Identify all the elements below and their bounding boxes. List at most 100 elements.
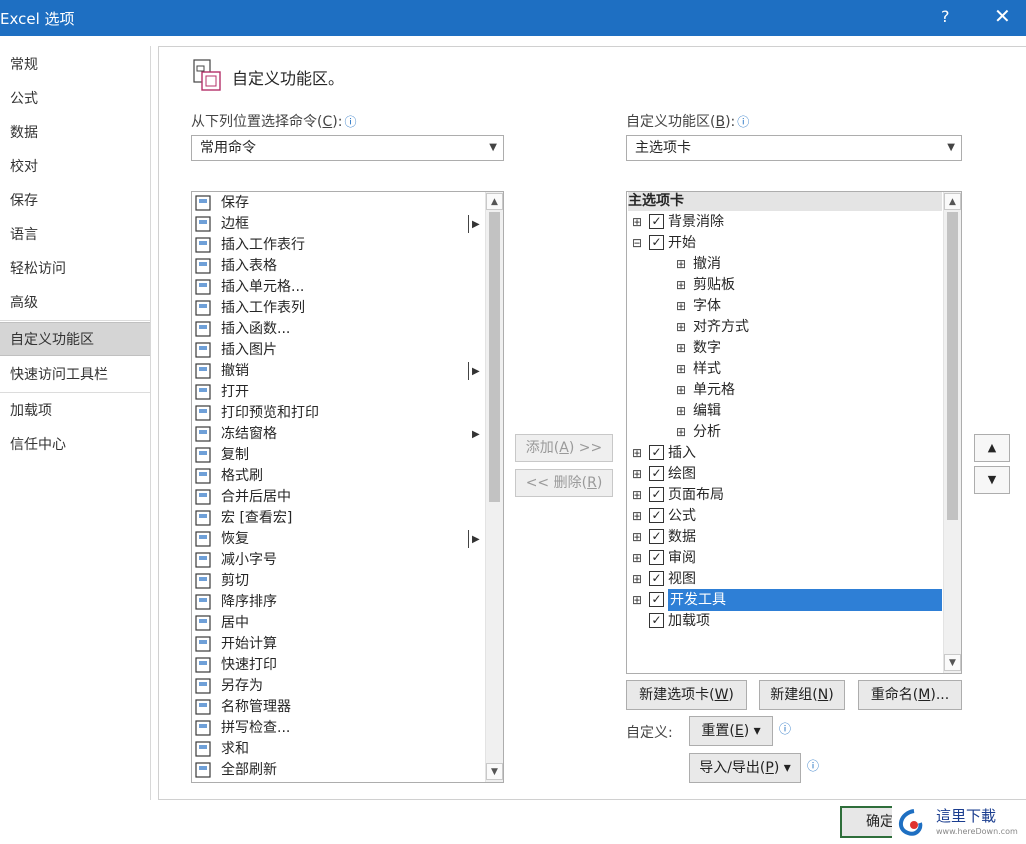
- expand-icon[interactable]: ⊞: [675, 295, 687, 317]
- ribbon-tree-item[interactable]: ⊞ ✓ 开发工具: [628, 589, 942, 611]
- expand-icon[interactable]: ⊞: [631, 505, 643, 527]
- ribbon-tree-item[interactable]: ⊞ 对齐方式: [628, 316, 942, 338]
- nav-item-customize-ribbon[interactable]: 自定义功能区: [0, 322, 150, 356]
- scroll-thumb[interactable]: [489, 212, 500, 502]
- expand-icon[interactable]: ⊞: [675, 400, 687, 422]
- ribbon-tree-item[interactable]: ⊞ ✓ 视图: [628, 568, 942, 590]
- new-group-button[interactable]: 新建组(N): [759, 680, 845, 710]
- checkbox[interactable]: ✓: [649, 529, 664, 544]
- command-item[interactable]: 合并后居中: [193, 487, 483, 508]
- expand-icon[interactable]: ⊞: [675, 421, 687, 443]
- nav-item-trust-center[interactable]: 信任中心: [0, 428, 150, 462]
- scroll-up-icon[interactable]: ▲: [486, 193, 503, 210]
- nav-item-language[interactable]: 语言: [0, 218, 150, 252]
- command-item[interactable]: 减小字号: [193, 550, 483, 571]
- ribbon-tree-item[interactable]: ⊞ 编辑: [628, 400, 942, 422]
- command-item[interactable]: 插入单元格...: [193, 277, 483, 298]
- ribbon-tree-item[interactable]: ⊞ ✓ 绘图: [628, 463, 942, 485]
- rename-button[interactable]: 重命名(M)...: [858, 680, 962, 710]
- nav-item-quick-access-toolbar[interactable]: 快速访问工具栏: [0, 358, 150, 392]
- checkbox[interactable]: ✓: [649, 508, 664, 523]
- expand-icon[interactable]: ⊞: [675, 337, 687, 359]
- ribbon-tree-item[interactable]: ⊞ ✓ 插入: [628, 442, 942, 464]
- reset-dropdown-button[interactable]: 重置(E) ▾: [689, 716, 773, 746]
- choose-commands-dropdown[interactable]: 常用命令 ▼: [191, 135, 504, 161]
- import-export-button[interactable]: 导入/导出(P) ▾: [689, 753, 801, 783]
- ribbon-tree-item[interactable]: ⊟ ✓ 开始: [628, 232, 942, 254]
- scroll-thumb[interactable]: [947, 212, 958, 520]
- command-item[interactable]: 剪切: [193, 571, 483, 592]
- command-item[interactable]: 边框 ▶: [193, 214, 483, 235]
- checkbox[interactable]: ✓: [649, 487, 664, 502]
- nav-item-general[interactable]: 常规: [0, 48, 150, 82]
- command-item[interactable]: 另存为: [193, 676, 483, 697]
- ribbon-tree-item[interactable]: ⊞ ✓ 审阅: [628, 547, 942, 569]
- expand-icon[interactable]: ⊞: [631, 463, 643, 485]
- command-item[interactable]: 打开: [193, 382, 483, 403]
- nav-item-advanced[interactable]: 高级: [0, 286, 150, 320]
- ribbon-tree-item[interactable]: ⊞ ✓ 公式: [628, 505, 942, 527]
- move-down-button[interactable]: ▼: [974, 466, 1010, 494]
- ribbon-tree-item[interactable]: ⊞ ✓ 数据: [628, 526, 942, 548]
- expand-icon[interactable]: ⊞: [675, 253, 687, 275]
- help-button[interactable]: ?: [941, 7, 950, 26]
- command-item[interactable]: 插入函数...: [193, 319, 483, 340]
- move-up-button[interactable]: ▲: [974, 434, 1010, 462]
- expand-icon[interactable]: ⊞: [631, 526, 643, 548]
- expand-icon[interactable]: ⊞: [631, 589, 643, 611]
- nav-item-proofing[interactable]: 校对: [0, 150, 150, 184]
- commands-scrollbar[interactable]: ▲ ▼: [485, 192, 503, 782]
- expand-icon[interactable]: ⊞: [631, 484, 643, 506]
- checkbox[interactable]: ✓: [649, 445, 664, 460]
- ribbon-tree-item[interactable]: ✓ 加载项: [628, 610, 942, 632]
- ribbon-tabs-dropdown[interactable]: 主选项卡 ▼: [626, 135, 962, 161]
- checkbox[interactable]: ✓: [649, 592, 664, 607]
- nav-item-formulas[interactable]: 公式: [0, 82, 150, 116]
- checkbox[interactable]: ✓: [649, 571, 664, 586]
- expand-icon[interactable]: ⊞: [675, 316, 687, 338]
- ribbon-tree-item[interactable]: ⊞ 剪贴板: [628, 274, 942, 296]
- checkbox[interactable]: ✓: [649, 613, 664, 628]
- collapse-icon[interactable]: ⊟: [631, 232, 643, 254]
- ribbon-tree-scrollbar[interactable]: ▲ ▼: [943, 192, 961, 673]
- checkbox[interactable]: ✓: [649, 214, 664, 229]
- expand-icon[interactable]: ⊞: [631, 547, 643, 569]
- ribbon-tree-item[interactable]: ⊞ 撤消: [628, 253, 942, 275]
- command-item[interactable]: 居中: [193, 613, 483, 634]
- ribbon-tree-item[interactable]: ⊞ ✓ 页面布局: [628, 484, 942, 506]
- command-item[interactable]: 快速打印: [193, 655, 483, 676]
- checkbox[interactable]: ✓: [649, 466, 664, 481]
- ribbon-tree-item[interactable]: ⊞ 字体: [628, 295, 942, 317]
- command-item[interactable]: 插入表格: [193, 256, 483, 277]
- command-item[interactable]: 撤销 ▶: [193, 361, 483, 382]
- command-item[interactable]: 复制: [193, 445, 483, 466]
- command-item[interactable]: 全部刷新: [193, 760, 483, 781]
- ribbon-tree-item[interactable]: ⊞ 数字: [628, 337, 942, 359]
- expand-icon[interactable]: ⊞: [675, 274, 687, 296]
- nav-item-save[interactable]: 保存: [0, 184, 150, 218]
- ribbon-tree-item[interactable]: ⊞ 分析: [628, 421, 942, 443]
- expand-icon[interactable]: ⊞: [675, 379, 687, 401]
- ribbon-tree-item[interactable]: ⊞ 样式: [628, 358, 942, 380]
- expand-icon[interactable]: ⊞: [631, 568, 643, 590]
- ribbon-tree-item[interactable]: ⊞ 单元格: [628, 379, 942, 401]
- close-button[interactable]: ✕: [994, 4, 1011, 28]
- command-item[interactable]: 求和: [193, 739, 483, 760]
- command-item[interactable]: 打印预览和打印: [193, 403, 483, 424]
- scroll-down-icon[interactable]: ▼: [944, 654, 961, 671]
- command-item[interactable]: 降序排序: [193, 592, 483, 613]
- checkbox[interactable]: ✓: [649, 550, 664, 565]
- expand-icon[interactable]: ⊞: [631, 211, 643, 233]
- expand-icon[interactable]: ⊞: [675, 358, 687, 380]
- checkbox[interactable]: ✓: [649, 235, 664, 250]
- command-item[interactable]: 恢复 ▶: [193, 529, 483, 550]
- command-item[interactable]: 保存: [193, 193, 483, 214]
- command-item[interactable]: 插入工作表行: [193, 235, 483, 256]
- command-item[interactable]: 宏 [查看宏]: [193, 508, 483, 529]
- remove-button[interactable]: << 删除(R): [515, 469, 613, 497]
- ribbon-tree-item[interactable]: ⊞ ✓ 背景消除: [628, 211, 942, 233]
- new-tab-button[interactable]: 新建选项卡(W): [626, 680, 747, 710]
- command-item[interactable]: 插入图片: [193, 340, 483, 361]
- command-item[interactable]: 开始计算: [193, 634, 483, 655]
- command-item[interactable]: 名称管理器: [193, 697, 483, 718]
